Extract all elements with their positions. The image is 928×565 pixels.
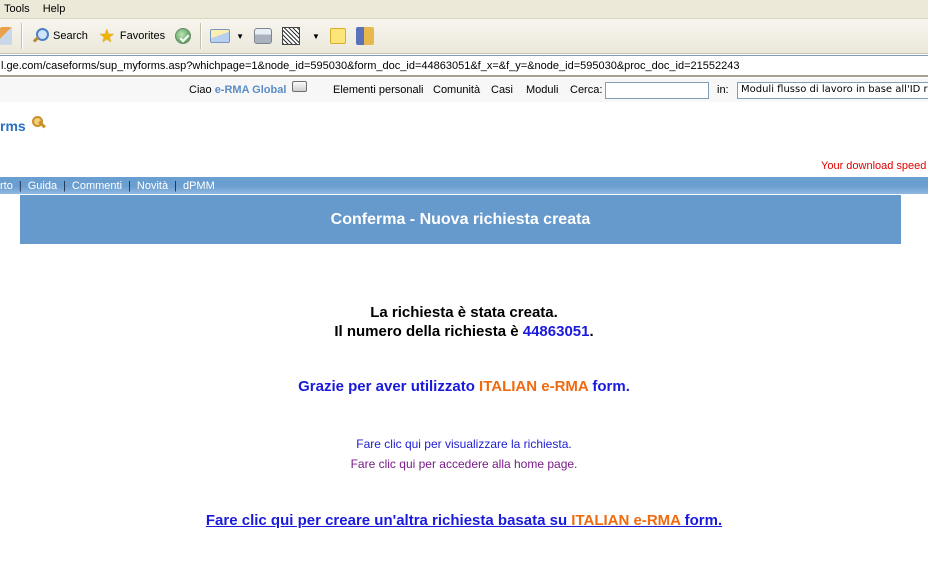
nav-item-novita[interactable]: Novità	[137, 180, 168, 192]
nav-moduli[interactable]: Moduli	[526, 84, 558, 96]
user-name[interactable]: e-RMA Global	[215, 84, 287, 96]
search-button[interactable]: Search	[26, 23, 93, 49]
history-icon	[175, 28, 192, 44]
confirmation-message: La richiesta è stata creata. Il numero d…	[0, 303, 928, 341]
nav-item-guida[interactable]: Guida	[28, 180, 57, 192]
toolbar-separator	[200, 23, 202, 49]
greeting-text: Ciao	[189, 84, 215, 96]
user-greeting: Ciao e-RMA Global	[189, 84, 286, 96]
confirmation-title: Conferma - Nuova richiesta creata	[330, 210, 591, 228]
print-button[interactable]	[249, 23, 277, 49]
menu-tools[interactable]: Tools	[0, 3, 38, 15]
note-icon	[329, 28, 346, 44]
thanks-suffix: form.	[588, 378, 630, 395]
request-number: 44863051	[522, 323, 590, 340]
thanks-message: Grazie per aver utilizzato ITALIAN e-RMA…	[0, 378, 928, 395]
request-number-suffix: .	[589, 323, 594, 340]
edit-button[interactable]: ▼	[277, 23, 325, 49]
search-button-label: Search	[53, 30, 88, 42]
thanks-text: Grazie per aver utilizzato	[298, 378, 480, 395]
printer-icon	[254, 28, 273, 44]
secondary-nav-bar: rto | Guida | Commenti | Novità | dPMM	[0, 177, 928, 194]
browser-menu-bar: Tools Help	[0, 0, 928, 19]
site-top-nav: Ciao e-RMA Global Elementi personali Com…	[0, 78, 928, 102]
toolbar-separator	[21, 23, 22, 49]
research-button[interactable]	[351, 23, 379, 49]
search-scope-select[interactable]: Moduli flusso di lavoro in base all'ID r…	[737, 82, 928, 99]
search-label: Cerca:	[570, 84, 603, 96]
nav-item-rto[interactable]: rto	[0, 180, 13, 192]
favorites-button-label: Favorites	[119, 30, 166, 42]
form-name: ITALIAN e-RMA	[479, 378, 589, 395]
create-another-request-link[interactable]: Fare clic qui per creare un'altra richie…	[0, 512, 928, 529]
note-button[interactable]	[325, 23, 351, 49]
site-logo-text[interactable]: rms	[0, 118, 26, 134]
scope-label: in:	[717, 84, 729, 96]
address-bar[interactable]: l.ge.com/caseforms/sup_myforms.asp?which…	[0, 55, 928, 77]
research-icon	[355, 27, 374, 45]
confirmation-header: Conferma - Nuova richiesta creata	[20, 195, 901, 244]
word-edit-icon	[282, 27, 301, 45]
request-number-label: Il numero della richiesta è	[334, 323, 523, 340]
nav-separator: |	[18, 179, 22, 192]
download-speed-notice[interactable]: Your download speed	[821, 160, 926, 172]
folder-icon[interactable]	[292, 81, 307, 92]
nav-separator: |	[174, 179, 177, 192]
nav-casi[interactable]: Casi	[491, 84, 513, 96]
create-link-suffix[interactable]: form.	[680, 512, 723, 529]
nav-separator: |	[63, 179, 66, 192]
history-button[interactable]	[170, 23, 196, 49]
create-link-text[interactable]: Fare clic qui per creare un'altra richie…	[206, 512, 571, 529]
mail-button[interactable]: ▼	[205, 23, 249, 49]
browser-toolbar: Search ★ Favorites ▼ ▼	[0, 19, 928, 54]
home-page-link[interactable]: Fare clic qui per accedere alla home pag…	[0, 457, 928, 471]
chevron-down-icon: ▼	[236, 31, 245, 41]
site-search-input[interactable]	[605, 82, 709, 99]
chevron-down-icon: ▼	[312, 31, 320, 41]
key-icon	[32, 116, 46, 130]
home-button[interactable]	[0, 23, 17, 49]
nav-elementi-personali[interactable]: Elementi personali	[333, 84, 424, 96]
home-icon	[0, 27, 12, 45]
menu-help[interactable]: Help	[38, 3, 74, 15]
view-request-link[interactable]: Fare clic qui per visualizzare la richie…	[0, 437, 928, 451]
search-icon	[31, 27, 49, 45]
nav-item-dpmm[interactable]: dPMM	[183, 180, 215, 192]
nav-item-commenti[interactable]: Commenti	[72, 180, 122, 192]
nav-comunita[interactable]: Comunità	[433, 84, 480, 96]
star-icon: ★	[98, 26, 115, 46]
request-number-line: Il numero della richiesta è 44863051.	[0, 322, 928, 341]
mail-icon	[210, 29, 231, 43]
create-link-form-name[interactable]: ITALIAN e-RMA	[571, 512, 680, 529]
nav-separator: |	[128, 179, 131, 192]
request-created-text: La richiesta è stata creata.	[370, 304, 558, 321]
favorites-button[interactable]: ★ Favorites	[93, 23, 170, 49]
